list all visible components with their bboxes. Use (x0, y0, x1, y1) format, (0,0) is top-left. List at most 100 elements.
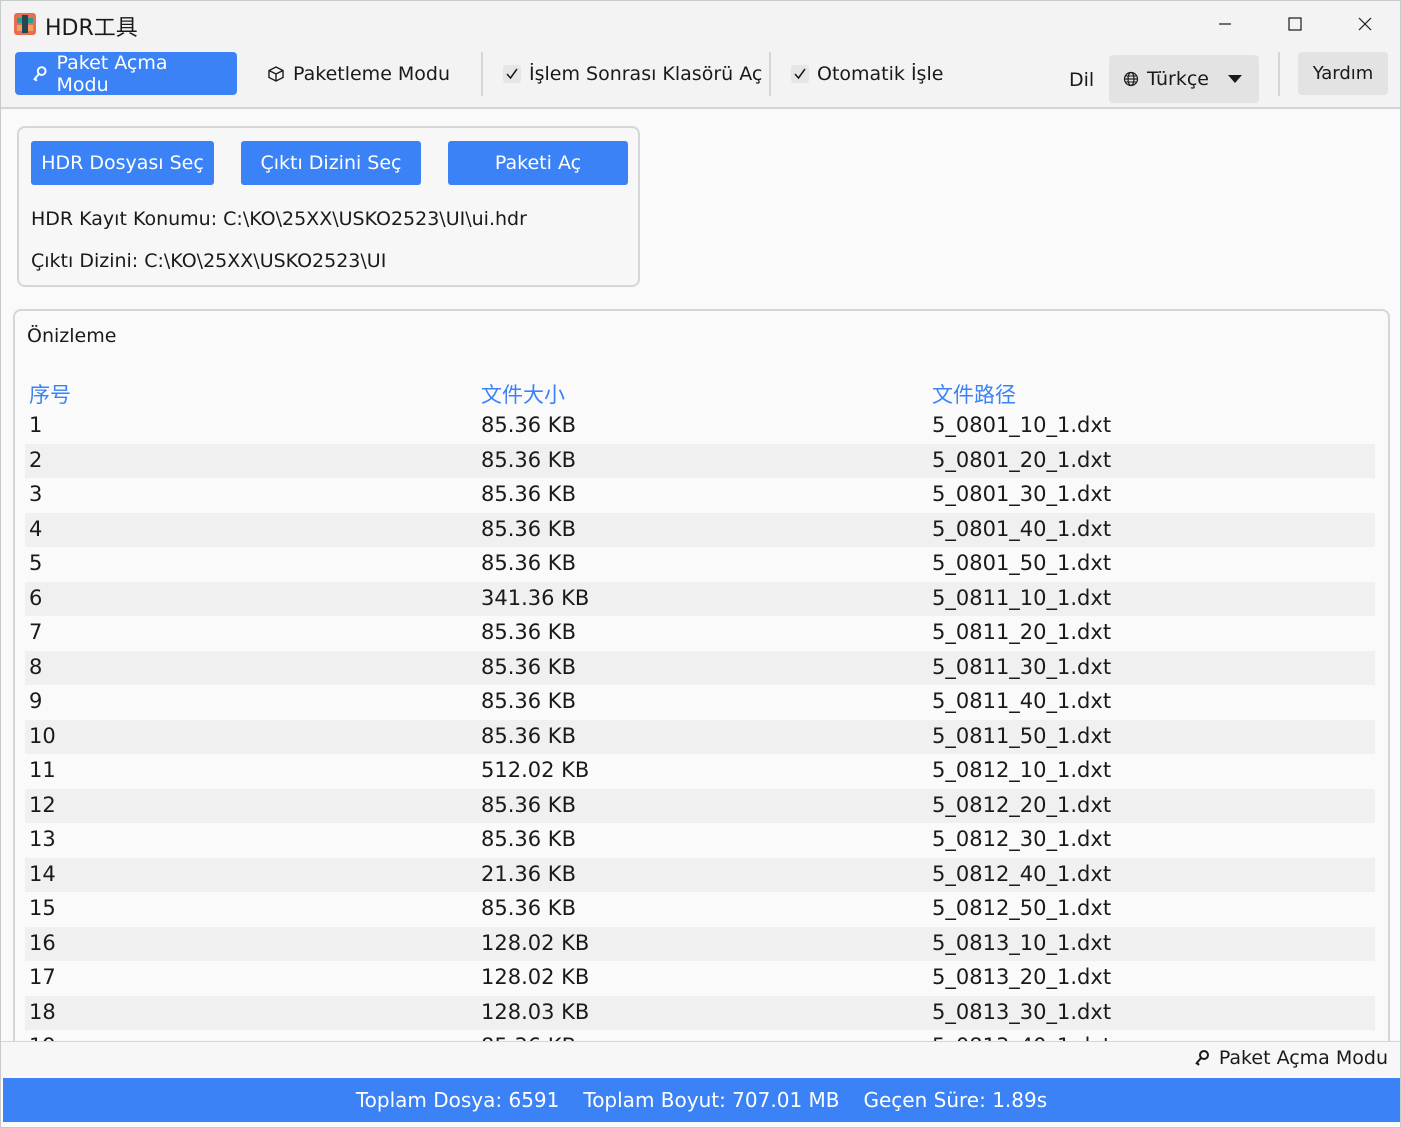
unpack-mode-label: Paket Açma Modu (56, 51, 168, 96)
title-bar[interactable]: HDR工具 (1, 1, 1400, 47)
current-mode-label: Paket Açma Modu (1218, 1047, 1388, 1069)
auto-process-checkbox[interactable]: Otomatik İşle (791, 52, 943, 95)
unpack-button[interactable]: Paketi Aç (448, 141, 628, 185)
cell-size: 128.02 KB (481, 965, 590, 989)
cell-size: 85.36 KB (481, 723, 576, 748)
table-row[interactable]: 8 85.36 KB 5_0811_30_1.dxt (25, 650, 1375, 685)
cell-index: 16 (29, 930, 56, 955)
cell-size: 85.36 KB (481, 654, 576, 679)
table-row[interactable]: 13 85.36 KB 5_0812_30_1.dxt (25, 823, 1375, 858)
unlock-icon (33, 65, 47, 81)
app-icon (14, 13, 36, 35)
close-icon (1358, 17, 1372, 31)
table-row[interactable]: 9 85.36 KB 5_0811_40_1.dxt (25, 685, 1375, 720)
table-row[interactable]: 7 85.36 KB 5_0811_20_1.dxt (25, 616, 1375, 651)
open-folder-after-checkbox[interactable]: İşlem Sonrası Klasörü Aç (503, 52, 762, 95)
table-row[interactable]: 17 128.02 KB 5_0813_20_1.dxt (25, 961, 1375, 996)
cell-index: 18 (29, 999, 56, 1024)
toolbar-separator (481, 52, 483, 96)
elapsed-time: Geçen Süre: 1.89s (863, 1088, 1048, 1112)
table-row[interactable]: 5 85.36 KB 5_0801_50_1.dxt (25, 547, 1375, 582)
total-files: Toplam Dosya: 6591 (355, 1088, 560, 1112)
cell-path: 5_0801_30_1.dxt (932, 482, 1112, 506)
table-row[interactable]: 2 85.36 KB 5_0801_20_1.dxt (25, 443, 1375, 478)
table-row[interactable]: 10 85.36 KB 5_0811_50_1.dxt (25, 719, 1375, 754)
cell-path: 5_0813_20_1.dxt (932, 965, 1112, 989)
cell-index: 12 (29, 792, 56, 817)
cell-size: 85.36 KB (481, 689, 576, 713)
checkmark-icon (503, 64, 521, 83)
cell-index: 2 (29, 447, 43, 472)
maximize-button[interactable] (1260, 1, 1330, 47)
column-header-size[interactable]: 文件大小 (481, 379, 565, 409)
checkmark-icon (791, 64, 809, 83)
app-window: HDR工具 Paket Açma Modu Paketleme Modu İşl… (0, 0, 1401, 1128)
cell-size: 85.36 KB (481, 896, 576, 920)
cell-path: 5_0801_10_1.dxt (932, 413, 1112, 437)
table-row[interactable]: 15 85.36 KB 5_0812_50_1.dxt (25, 892, 1375, 927)
cell-path: 5_0811_20_1.dxt (932, 620, 1112, 644)
cell-index: 13 (29, 827, 56, 851)
maximize-icon (1288, 17, 1302, 31)
mode-indicator-bar: Paket Açma Modu (1, 1041, 1400, 1077)
pack-mode-label: Paketleme Modu (293, 62, 451, 85)
cell-path: 5_0812_10_1.dxt (932, 758, 1112, 782)
help-button[interactable]: Yardım (1298, 52, 1388, 95)
minimize-button[interactable] (1190, 1, 1260, 47)
cell-size: 341.36 KB (481, 585, 590, 610)
cell-path: 5_0801_50_1.dxt (932, 551, 1112, 575)
column-header-index[interactable]: 序号 (29, 379, 71, 409)
file-table[interactable]: 序号 文件大小 文件路径 1 85.36 KB 5_0801_10_1.dxt 2 85… (25, 375, 1375, 1065)
cell-size: 85.36 KB (481, 551, 576, 575)
cell-size: 128.03 KB (481, 999, 590, 1024)
current-mode: Paket Açma Modu (1193, 1047, 1388, 1069)
package-icon (268, 65, 284, 82)
cell-size: 512.02 KB (481, 758, 590, 782)
cell-path: 5_0811_10_1.dxt (932, 585, 1112, 610)
cell-index: 17 (29, 965, 56, 989)
open-folder-after-label: İşlem Sonrası Klasörü Aç (529, 62, 763, 85)
preview-panel[interactable]: Önizleme 序号 文件大小 文件路径 1 85.36 KB 5_0801_10… (13, 309, 1390, 1069)
preview-title: Önizleme (27, 325, 117, 347)
window-title: HDR工具 (45, 16, 138, 41)
unpack-mode-button[interactable]: Paket Açma Modu (15, 51, 237, 96)
pack-mode-button[interactable]: Paketleme Modu (251, 52, 469, 95)
table-body: 1 85.36 KB 5_0801_10_1.dxt 2 85.36 KB 5_0801_… (25, 409, 1375, 1065)
select-output-button[interactable]: Çıktı Dizini Seç (241, 141, 421, 185)
table-row[interactable]: 11 512.02 KB 5_0812_10_1.dxt (25, 754, 1375, 789)
cell-index: 11 (29, 758, 56, 782)
cell-index: 9 (29, 689, 43, 713)
cell-size: 85.36 KB (481, 827, 576, 851)
table-row[interactable]: 6 341.36 KB 5_0811_10_1.dxt (25, 581, 1375, 616)
toolbar-separator (1278, 52, 1280, 96)
table-row[interactable]: 3 85.36 KB 5_0801_30_1.dxt (25, 478, 1375, 513)
table-row[interactable]: 18 128.03 KB 5_0813_30_1.dxt (25, 995, 1375, 1030)
cell-size: 85.36 KB (481, 482, 576, 506)
table-row[interactable]: 1 85.36 KB 5_0801_10_1.dxt (25, 409, 1375, 444)
language-label: Dil (1069, 69, 1095, 91)
table-row[interactable]: 4 85.36 KB 5_0801_40_1.dxt (25, 512, 1375, 547)
select-hdr-button[interactable]: HDR Dosyası Seç (31, 141, 214, 185)
table-row[interactable]: 16 128.02 KB 5_0813_10_1.dxt (25, 926, 1375, 961)
cell-path: 5_0812_50_1.dxt (932, 896, 1112, 920)
cell-index: 14 (29, 861, 56, 886)
cell-path: 5_0801_20_1.dxt (932, 447, 1112, 472)
table-row[interactable]: 14 21.36 KB 5_0812_40_1.dxt (25, 857, 1375, 892)
chevron-down-icon (1228, 75, 1242, 83)
output-dir-text: Çıktı Dizini: C:\KO\25XX\USKO2523\UI (31, 250, 387, 272)
cell-path: 5_0812_40_1.dxt (932, 861, 1112, 886)
column-header-path[interactable]: 文件路径 (932, 379, 1016, 409)
cell-index: 8 (29, 654, 43, 679)
close-button[interactable] (1330, 1, 1400, 47)
file-selection-panel: HDR Dosyası Seç Çıktı Dizini Seç Paketi … (17, 126, 640, 287)
cell-index: 10 (29, 723, 56, 748)
cell-size: 85.36 KB (481, 447, 576, 472)
total-size: Toplam Boyut: 707.01 MB (583, 1088, 840, 1112)
cell-size: 21.36 KB (481, 861, 576, 886)
cell-index: 5 (29, 551, 43, 575)
cell-index: 1 (29, 413, 43, 437)
table-row[interactable]: 12 85.36 KB 5_0812_20_1.dxt (25, 788, 1375, 823)
cell-path: 5_0801_40_1.dxt (932, 516, 1112, 541)
language-select[interactable]: Türkçe (1109, 55, 1259, 103)
cell-size: 85.36 KB (481, 516, 576, 541)
